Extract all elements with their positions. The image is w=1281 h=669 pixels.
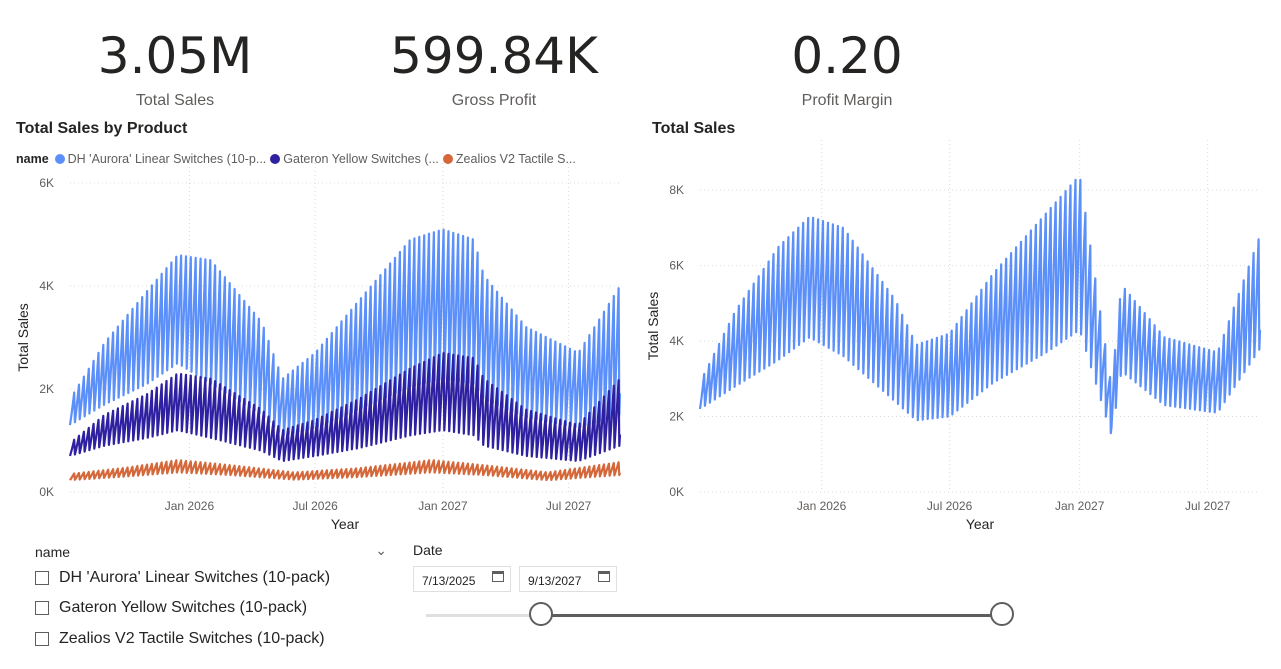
x-tick-label: Jul 2027 (546, 499, 592, 513)
slicer-item-label: Gateron Yellow Switches (10-pack) (59, 599, 308, 616)
y-axis-label: Total Sales (15, 303, 31, 371)
x-tick-label: Jan 2027 (418, 499, 468, 513)
slicer-item-label: DH 'Aurora' Linear Switches (10-pack) (59, 569, 331, 586)
x-tick-label: Jul 2027 (1185, 499, 1231, 513)
series-line-total (698, 178, 1262, 435)
checkbox[interactable] (35, 571, 49, 585)
y-tick-label: 6K (39, 176, 54, 190)
start-date-input[interactable]: 7/13/2025 (413, 566, 511, 592)
date-slicer-title: Date (413, 542, 443, 558)
x-tick-label: Jul 2026 (292, 499, 338, 513)
y-tick-label: 4K (39, 279, 54, 293)
y-tick-label: 2K (39, 382, 54, 396)
y-tick-label: 2K (669, 410, 684, 424)
end-date-input[interactable]: 9/13/2027 (519, 566, 617, 592)
start-date-value: 7/13/2025 (422, 574, 476, 588)
x-axis-label: Year (331, 516, 360, 532)
y-axis-label: Total Sales (645, 292, 661, 360)
date-slider-start-handle[interactable] (529, 602, 554, 626)
date-slider-range (541, 614, 1002, 617)
y-tick-label: 4K (669, 334, 684, 348)
y-tick-label: 0K (39, 485, 54, 499)
slicer-item-gateron[interactable]: Gateron Yellow Switches (10-pack) (35, 599, 307, 617)
slicer-item-zealios[interactable]: Zealios V2 Tactile Switches (10-pack) (35, 630, 325, 648)
x-tick-label: Jul 2026 (927, 499, 973, 513)
chevron-down-icon[interactable]: ⌄ (375, 542, 387, 559)
slicer-title: name (35, 544, 71, 560)
checkbox[interactable] (35, 632, 49, 646)
y-tick-label: 6K (669, 259, 684, 273)
x-tick-label: Jan 2027 (1055, 499, 1105, 513)
y-tick-label: 0K (669, 485, 684, 499)
calendar-icon[interactable] (492, 571, 504, 582)
series-line-zealios (69, 459, 622, 482)
end-date-value: 9/13/2027 (528, 574, 582, 588)
x-tick-label: Jan 2026 (165, 499, 215, 513)
charts-canvas: 0K 2K 4K 6K Jan 2026 Jul 2026 Jan 2027 Jul 2027… (15, 140, 1262, 532)
slicer-item-label: Zealios V2 Tactile Switches (10-pack) (59, 630, 325, 647)
date-slider-end-handle[interactable] (990, 602, 1014, 626)
checkbox[interactable] (35, 601, 49, 615)
name-slicer-header: name ⌄ (35, 542, 387, 560)
x-tick-label: Jan 2026 (797, 499, 847, 513)
slicer-item-aurora[interactable]: DH 'Aurora' Linear Switches (10-pack) (35, 569, 330, 587)
calendar-icon[interactable] (598, 571, 610, 582)
x-axis-label: Year (966, 516, 995, 532)
y-tick-label: 8K (669, 183, 684, 197)
